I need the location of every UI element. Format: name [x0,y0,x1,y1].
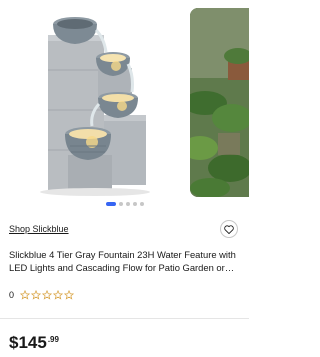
price-cents: .99 [47,335,59,344]
image-gallery[interactable] [0,0,249,205]
product-image-fountain[interactable] [0,0,187,197]
heart-icon [224,224,234,234]
gallery-pagination [106,201,144,207]
pagination-dot[interactable] [119,202,123,206]
product-image-garden[interactable] [190,8,249,197]
star-rating [20,290,75,300]
pagination-dot[interactable] [133,202,137,206]
rating-summary[interactable]: 0 [9,290,75,300]
section-divider [0,318,249,319]
pagination-dot[interactable] [126,202,130,206]
star-outline-icon [20,290,31,300]
star-outline-icon [42,290,53,300]
shop-seller-link[interactable]: Shop Slickblue [9,224,69,234]
star-outline-icon [53,290,64,300]
star-outline-icon [64,290,75,300]
product-price: $145 .99 [9,334,59,352]
garden-illustration [190,8,249,197]
fountain-illustration [40,17,150,196]
rating-count: 0 [9,290,15,300]
wishlist-button[interactable] [220,220,238,238]
star-outline-icon [31,290,42,300]
product-title[interactable]: Slickblue 4 Tier Gray Fountain 23H Water… [9,248,243,274]
pagination-dot[interactable] [140,202,144,206]
pagination-dot-active[interactable] [106,202,116,206]
price-dollars: $145 [9,333,47,352]
